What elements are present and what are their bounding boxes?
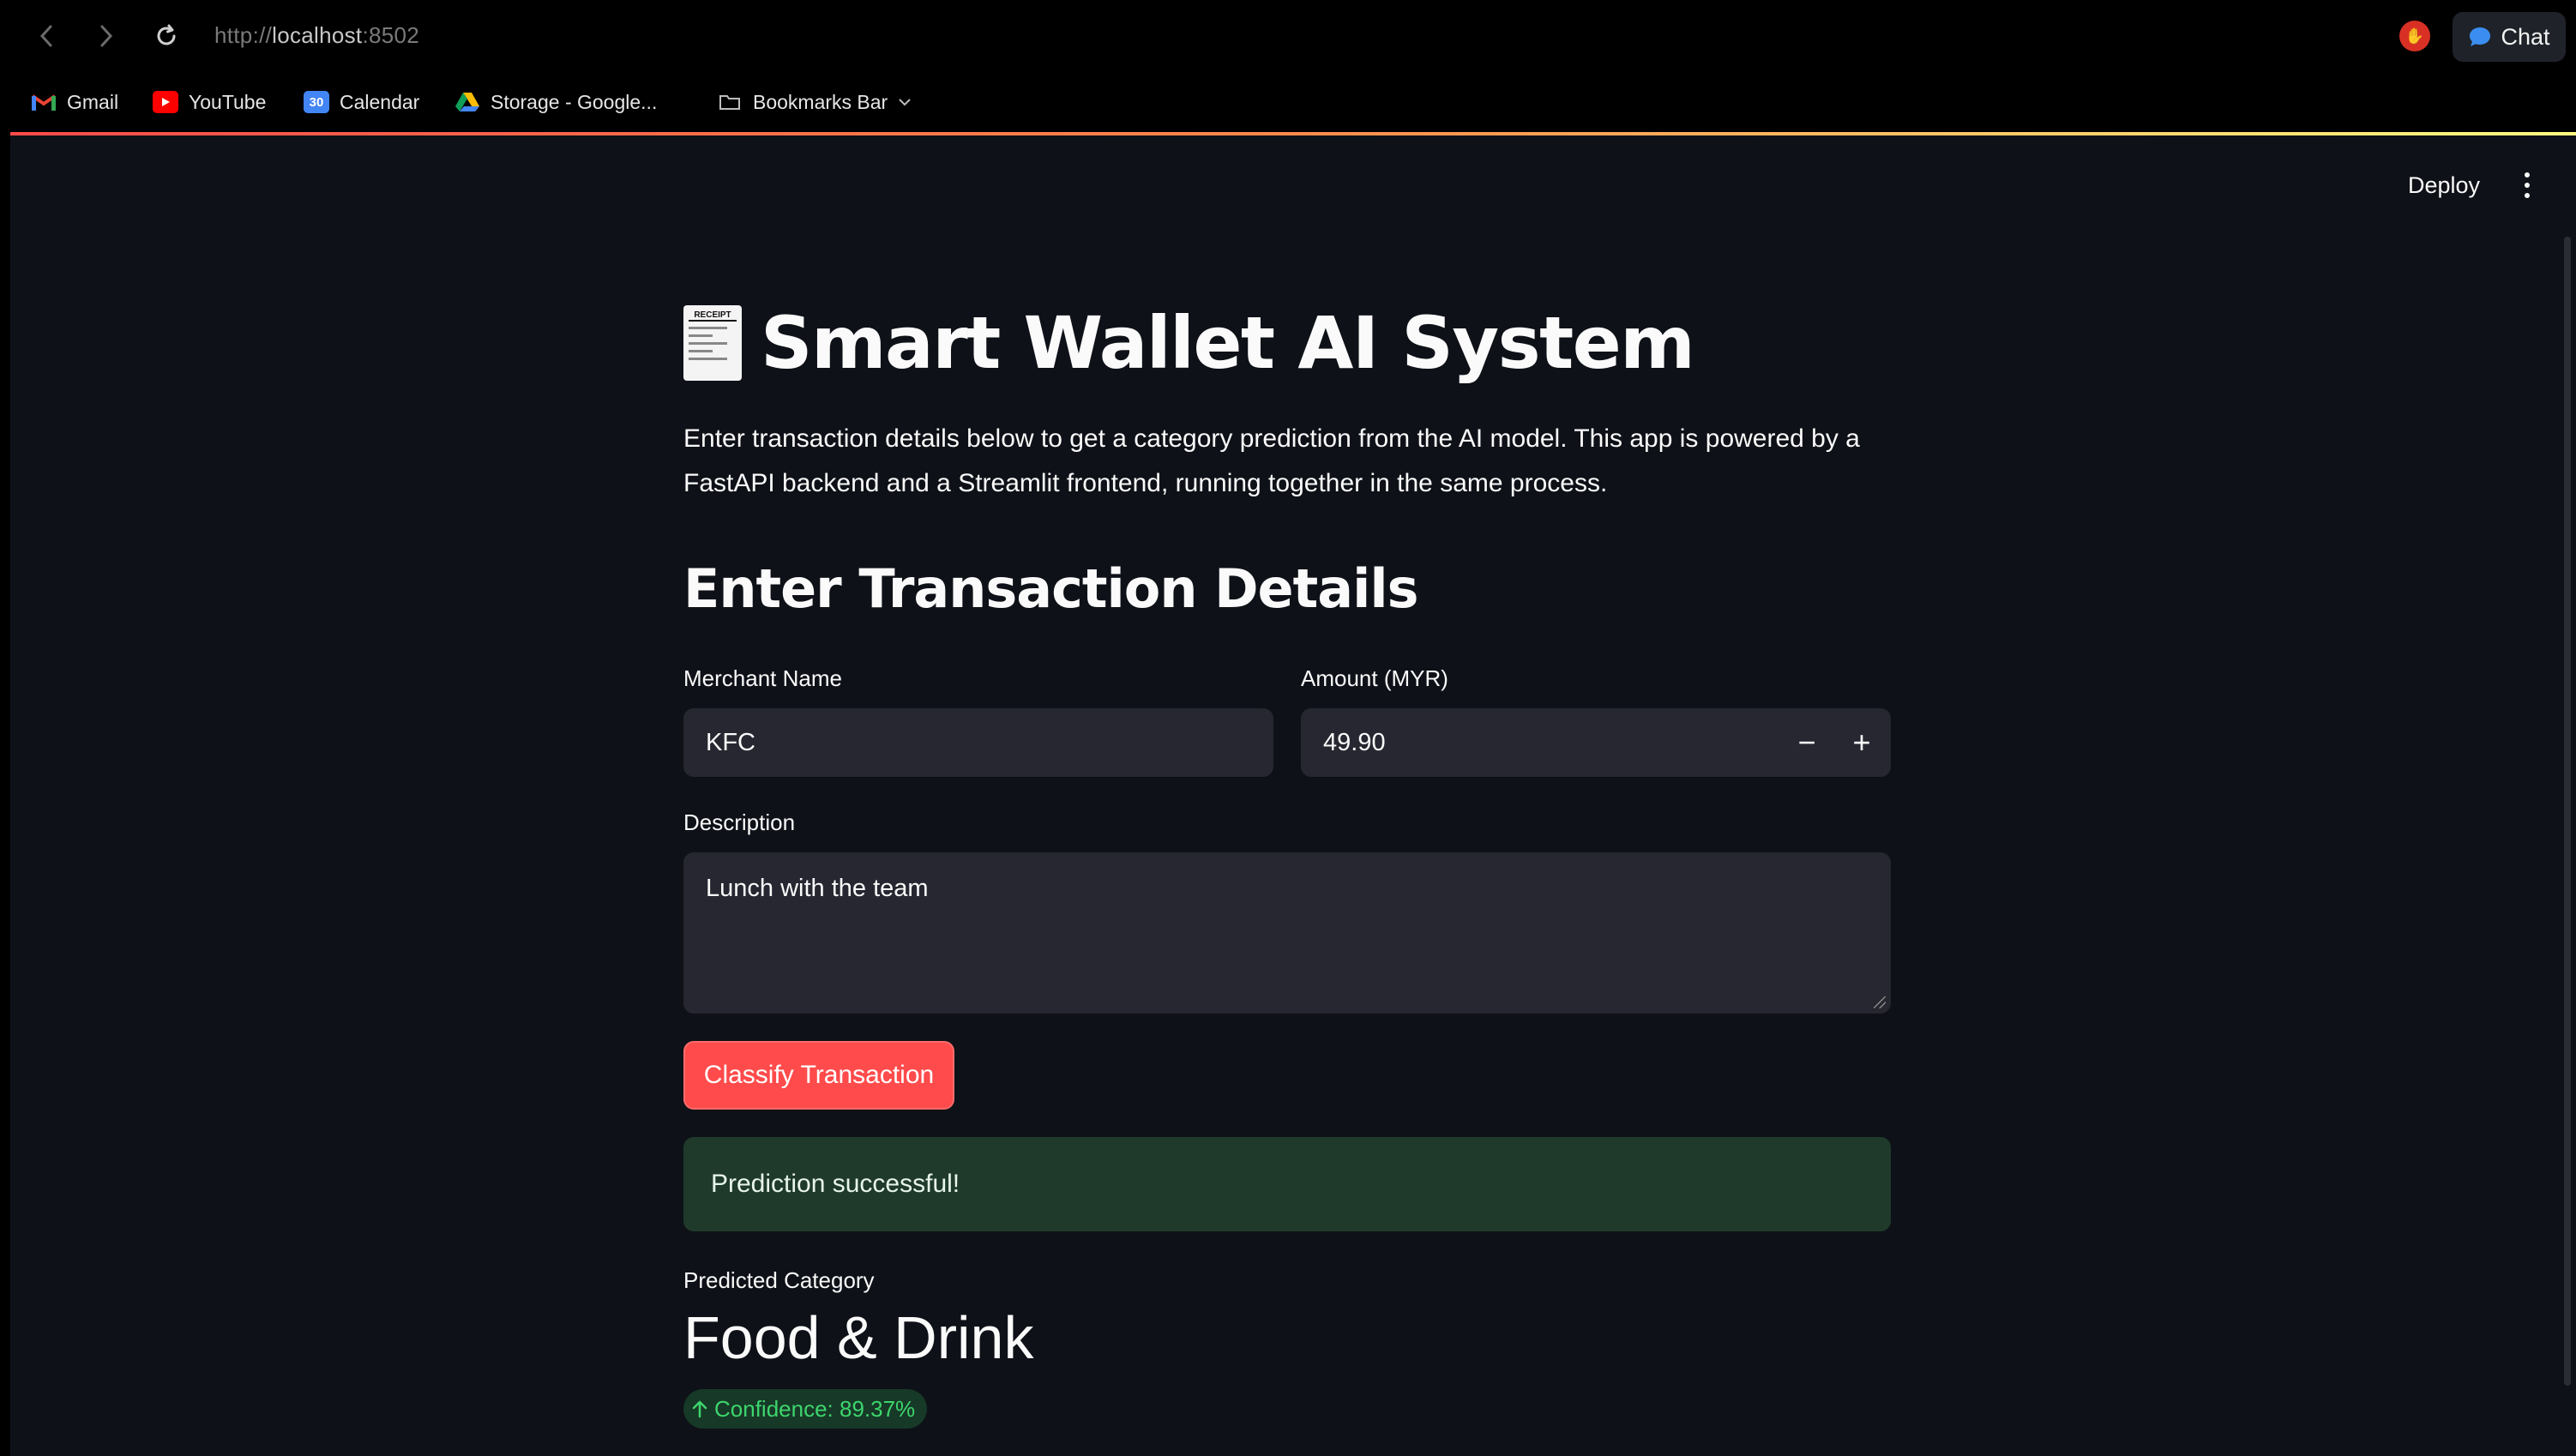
receipt-icon: RECEIPT [683, 305, 742, 381]
resize-handle[interactable] [1874, 996, 1886, 1008]
metric-value: Food & Drink [683, 1304, 1034, 1371]
increment-button[interactable]: + [1838, 708, 1886, 777]
url-host: localhost [272, 22, 363, 48]
intro-text: Enter transaction details below to get a… [683, 424, 1860, 497]
confidence-text: Confidence: 89.37% [714, 1395, 916, 1422]
success-alert: Prediction successful! [683, 1137, 1891, 1231]
amount-label: Amount (MYR) [1301, 665, 1448, 691]
gmail-icon [31, 91, 57, 113]
bookmark-folder[interactable]: Bookmarks Bar [717, 84, 912, 120]
receipt-icon-text: RECEIPT [689, 310, 737, 322]
confidence-delta: Confidence: 89.37% [683, 1389, 928, 1429]
chat-label: Chat [2501, 23, 2550, 50]
arrow-up-icon [692, 1400, 707, 1418]
bookmark-youtube[interactable]: YouTube [153, 84, 266, 120]
page-title-text: Smart Wallet AI System [761, 301, 1695, 385]
bookmarks-bar: Gmail YouTube 30 Calendar Storage - Goog… [0, 72, 2576, 134]
section-heading: Enter Transaction Details [683, 557, 1418, 620]
window-edge [0, 0, 10, 1456]
description-value: Lunch with the team [706, 875, 929, 902]
receipt-line [689, 334, 713, 337]
extension-icon[interactable]: ✋ [2399, 21, 2430, 51]
receipt-line [689, 358, 727, 360]
forward-button[interactable] [87, 17, 125, 55]
receipt-line [689, 342, 727, 345]
google-drive-icon [454, 91, 480, 113]
folder-icon [717, 91, 743, 113]
calendar-icon: 30 [304, 91, 329, 113]
reload-button[interactable] [147, 17, 185, 55]
merchant-label: Merchant Name [683, 665, 842, 691]
bookmark-label: Bookmarks Bar [753, 90, 888, 113]
chevron-right-icon [100, 25, 113, 47]
classify-button[interactable]: Classify Transaction [683, 1041, 954, 1110]
main-menu-button[interactable] [2514, 166, 2540, 204]
metric-label: Predicted Category [683, 1267, 875, 1293]
back-button[interactable] [27, 17, 65, 55]
description-textarea[interactable]: Lunch with the team [683, 852, 1891, 1014]
decrement-button[interactable]: − [1783, 708, 1831, 777]
kebab-dot [2525, 172, 2530, 177]
bookmark-calendar[interactable]: 30 Calendar [304, 84, 419, 120]
chevron-left-icon [39, 25, 52, 47]
description-label: Description [683, 809, 796, 835]
kebab-dot [2525, 183, 2530, 188]
bookmark-label: Storage - Google... [491, 90, 658, 113]
reload-icon [157, 24, 176, 45]
receipt-line [689, 350, 713, 352]
url-port: :8502 [362, 22, 420, 48]
kebab-dot [2525, 193, 2530, 198]
bookmark-gmail[interactable]: Gmail [31, 84, 118, 120]
address-bar[interactable]: http://localhost:8502 [214, 22, 419, 49]
youtube-icon [153, 91, 178, 113]
page-title: RECEIPT Smart Wallet AI System [683, 292, 1695, 394]
chevron-down-icon [899, 99, 911, 106]
scrollbar[interactable] [2564, 237, 2571, 1386]
chat-button[interactable]: Chat [2453, 12, 2566, 62]
receipt-line [689, 327, 727, 329]
merchant-input[interactable]: KFC [683, 708, 1273, 777]
browser-toolbar: http://localhost:8502 ✋ Chat [0, 0, 2576, 72]
deploy-button[interactable]: Deploy [2392, 159, 2495, 211]
chat-bubble-icon [2470, 27, 2491, 46]
bookmark-storage[interactable]: Storage - Google... [454, 84, 657, 120]
url-scheme: http:// [214, 22, 273, 48]
bookmark-label: Gmail [67, 90, 119, 113]
bookmark-label: Calendar [340, 90, 420, 113]
bookmark-label: YouTube [189, 90, 267, 113]
